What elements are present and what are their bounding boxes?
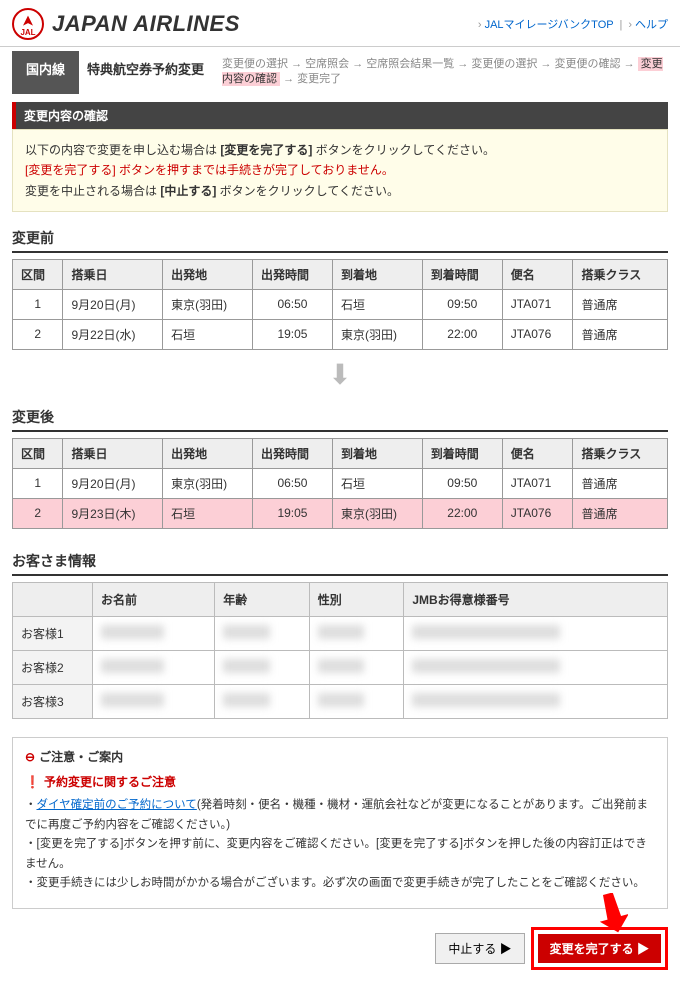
table-row: 29月22日(水)石垣19:05東京(羽田)22:00JTA076普通席 <box>13 319 668 349</box>
table-row: 29月23日(木)石垣19:05東京(羽田)22:00JTA076普通席 <box>13 498 668 528</box>
caution-subtitle: 予約変更に関するご注意 <box>25 773 655 790</box>
confirm-section-bar: 変更内容の確認 <box>12 102 668 129</box>
arrow-down-icon: ⬇ <box>12 358 668 391</box>
notice-box: 以下の内容で変更を申し込む場合は [変更を完了する] ボタンをクリックしてくださ… <box>12 129 668 212</box>
confirm-button[interactable]: 変更を完了する ▶ <box>538 934 661 963</box>
breadcrumb-step: 空席照会 <box>305 58 349 70</box>
header: JAL JAPAN AIRLINES ›JALマイレージバンクTOP |›ヘルプ <box>0 0 680 47</box>
link-schedule-notice[interactable]: ダイヤ確定前のご予約について <box>37 799 197 811</box>
breadcrumb-step: 変更便の選択 <box>222 58 288 70</box>
caution-item: [変更を完了する]ボタンを押す前に、変更内容をご確認ください。[変更を完了する]… <box>25 835 655 874</box>
table-row: 19月20日(月)東京(羽田)06:50石垣09:50JTA071普通席 <box>13 289 668 319</box>
table-row: お客様3 <box>13 684 668 718</box>
caution-title: ご注意・ご案内 <box>25 748 655 765</box>
caution-box: ご注意・ご案内 予約変更に関するご注意 ダイヤ確定前のご予約について(発着時刻・… <box>12 737 668 909</box>
nav-category: 国内線 <box>12 51 79 94</box>
caution-item: ダイヤ確定前のご予約について(発着時刻・便名・機種・機材・運航会社などが変更にな… <box>25 796 655 835</box>
breadcrumb-step: 変更便の選択 <box>471 58 537 70</box>
after-table: 区間搭乗日出発地出発時間到着地到着時間便名搭乗クラス 19月20日(月)東京(羽… <box>12 438 668 529</box>
redacted <box>318 659 365 673</box>
redacted <box>223 693 270 707</box>
redacted <box>101 693 164 707</box>
header-links: ›JALマイレージバンクTOP |›ヘルプ <box>475 16 668 32</box>
breadcrumb: 変更便の選択 → 空席照会 → 空席照会結果一覧 → 変更便の選択 → 変更便の… <box>218 51 668 94</box>
after-title: 変更後 <box>12 407 668 432</box>
link-help[interactable]: ヘルプ <box>635 19 668 31</box>
customers-title: お客さま情報 <box>12 551 668 576</box>
brand-text: JAPAN AIRLINES <box>52 11 240 37</box>
redacted <box>223 659 270 673</box>
redacted <box>101 625 164 639</box>
cancel-button[interactable]: 中止する ▶ <box>435 933 524 964</box>
redacted <box>412 693 560 707</box>
redacted <box>318 693 365 707</box>
redacted <box>101 659 164 673</box>
before-table: 区間搭乗日出発地出発時間到着地到着時間便名搭乗クラス 19月20日(月)東京(羽… <box>12 259 668 350</box>
notice-warning: [変更を完了する] ボタンを押すまでは手続きが完了しておりません。 <box>25 160 655 180</box>
redacted <box>318 625 365 639</box>
before-title: 変更前 <box>12 228 668 253</box>
nav-row: 国内線 特典航空券予約変更 変更便の選択 → 空席照会 → 空席照会結果一覧 →… <box>0 47 680 94</box>
caution-item: 変更手続きには少しお時間がかかる場合がございます。必ず次の画面で変更手続きが完了… <box>25 874 655 894</box>
logo: JAL JAPAN AIRLINES <box>12 8 240 40</box>
customers-table: お名前年齢性別JMBお得意様番号 お客様1お客様2お客様3 <box>12 582 668 719</box>
breadcrumb-step: 変更完了 <box>297 73 341 85</box>
link-mileage-top[interactable]: JALマイレージバンクTOP <box>485 19 614 31</box>
redacted <box>412 625 560 639</box>
table-row: お客様2 <box>13 650 668 684</box>
redacted <box>223 625 270 639</box>
nav-title: 特典航空券予約変更 <box>87 51 210 94</box>
footer-actions: 中止する ▶ 変更を完了する ▶ <box>12 927 668 970</box>
breadcrumb-step: 変更便の確認 <box>555 58 621 70</box>
redacted <box>412 659 560 673</box>
breadcrumb-step: 空席照会結果一覧 <box>366 58 454 70</box>
table-row: お客様1 <box>13 616 668 650</box>
annotation-arrow-icon <box>598 893 628 936</box>
table-row: 19月20日(月)東京(羽田)06:50石垣09:50JTA071普通席 <box>13 468 668 498</box>
jal-crane-icon: JAL <box>12 8 44 40</box>
